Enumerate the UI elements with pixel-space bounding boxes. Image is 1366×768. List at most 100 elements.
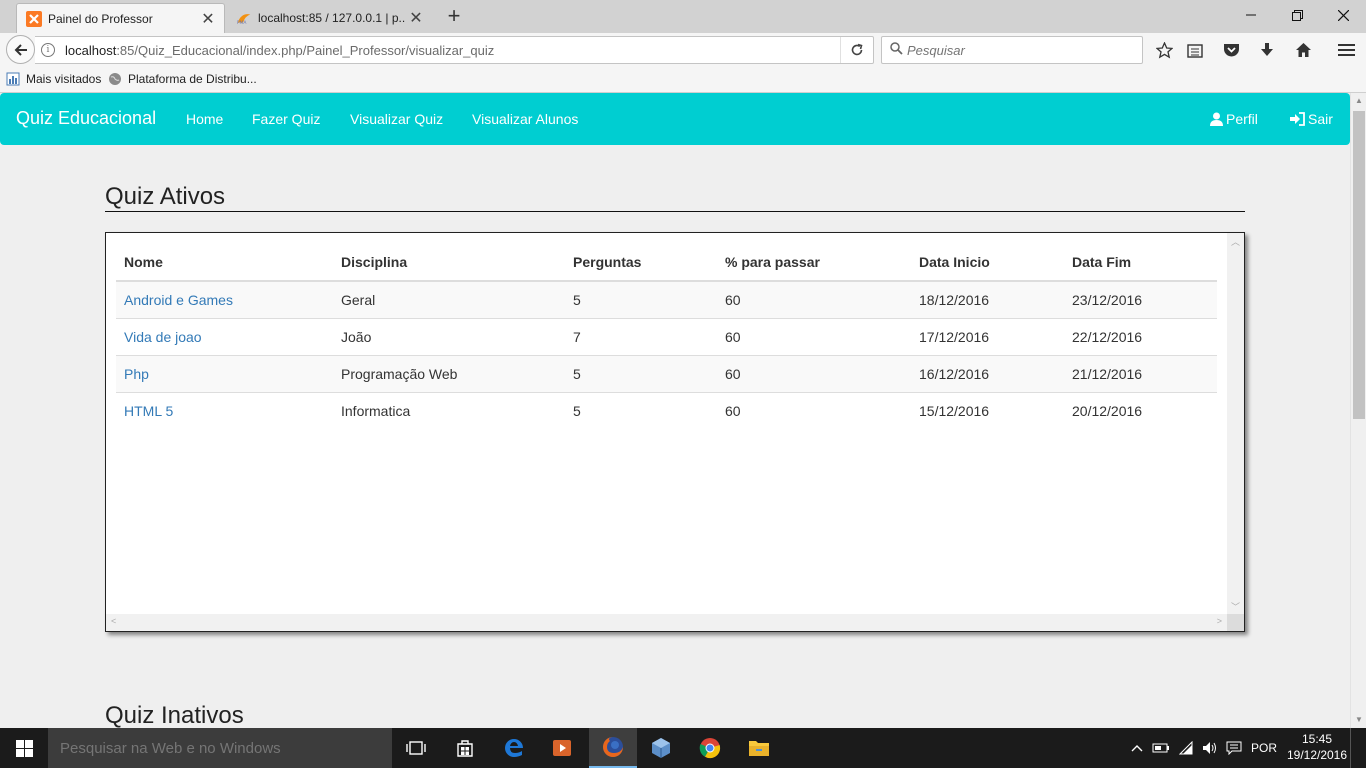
navbar-brand[interactable]: Quiz Educacional: [16, 108, 156, 129]
new-tab-button[interactable]: +: [442, 3, 466, 29]
action-center-message-icon[interactable]: [1223, 728, 1245, 768]
end-date-cell: 21/12/2016: [1064, 354, 1217, 392]
table-row: Vida de joao João 7 60 17/12/2016 22/12/…: [116, 317, 1217, 355]
taskbar-search-input[interactable]: [60, 739, 380, 757]
search-bar[interactable]: [881, 36, 1143, 64]
input-language-indicator[interactable]: POR: [1248, 728, 1280, 768]
table-vertical-scrollbar[interactable]: ︿ ﹀: [1227, 233, 1244, 615]
quiz-link[interactable]: Vida de joao: [124, 329, 202, 345]
site-info-icon[interactable]: i: [41, 43, 55, 57]
scroll-up-arrow-icon[interactable]: ▲: [1351, 93, 1366, 109]
close-tab-icon[interactable]: ✕: [406, 8, 426, 28]
restore-window-icon[interactable]: [1274, 0, 1320, 30]
page-vertical-scrollbar[interactable]: ▲ ▼: [1350, 93, 1366, 728]
start-button[interactable]: [0, 728, 48, 768]
show-desktop-button[interactable]: [1350, 728, 1366, 768]
volume-icon[interactable]: [1199, 728, 1221, 768]
discipline-cell: Geral: [333, 280, 565, 318]
virtualbox-icon[interactable]: [637, 728, 685, 768]
questions-cell: 5: [565, 391, 717, 429]
tab-title: localhost:85 / 127.0.0.1 | p...: [258, 11, 406, 25]
svg-text:PMA: PMA: [237, 20, 247, 26]
profile-label: Perfil: [1226, 111, 1258, 127]
url-text[interactable]: localhost:85/Quiz_Educacional/index.php/…: [65, 43, 840, 58]
bookmark-plataforma[interactable]: Plataforma de Distribu...: [108, 72, 257, 86]
file-explorer-icon[interactable]: [735, 728, 783, 768]
firefox-icon[interactable]: [589, 728, 637, 768]
pass-percent-cell: 60: [717, 354, 911, 392]
browser-tab-strip: Painel do Professor ✕ PMA localhost:85 /…: [0, 0, 1366, 33]
reload-button[interactable]: [840, 37, 873, 63]
app-navbar: Quiz Educacional Home Fazer Quiz Visuali…: [0, 93, 1350, 145]
address-bar[interactable]: i localhost:85/Quiz_Educacional/index.ph…: [35, 36, 874, 64]
scroll-down-arrow-icon[interactable]: ▼: [1351, 712, 1366, 728]
task-view-icon[interactable]: [392, 728, 440, 768]
edge-browser-icon[interactable]: [490, 728, 538, 768]
scroll-right-arrow-icon[interactable]: >: [1217, 616, 1222, 626]
browser-tab-phpmyadmin[interactable]: PMA localhost:85 / 127.0.0.1 | p... ✕: [227, 3, 432, 33]
reading-list-icon[interactable]: [1185, 41, 1205, 59]
quiz-name-cell: Vida de joao: [116, 317, 333, 355]
search-input[interactable]: [907, 42, 1127, 58]
globe-icon: [109, 73, 121, 85]
media-player-icon[interactable]: [538, 728, 586, 768]
scroll-down-arrow-icon[interactable]: ﹀: [1231, 600, 1240, 613]
discipline-cell: Programação Web: [333, 354, 565, 392]
nav-link-visualizar-alunos[interactable]: Visualizar Alunos: [472, 111, 578, 127]
page-viewport: Quiz Educacional Home Fazer Quiz Visuali…: [0, 93, 1350, 728]
url-path: :85/Quiz_Educacional/index.php/Painel_Pr…: [116, 42, 495, 58]
url-host: localhost: [65, 42, 117, 58]
back-button[interactable]: [6, 35, 35, 64]
wifi-icon[interactable]: [1176, 728, 1198, 768]
battery-icon[interactable]: [1150, 728, 1172, 768]
nav-link-fazer-quiz[interactable]: Fazer Quiz: [252, 111, 320, 127]
taskbar-clock[interactable]: 15:45 19/12/2016: [1284, 731, 1350, 763]
table-horizontal-scrollbar[interactable]: < >: [106, 614, 1227, 631]
nav-logout-link[interactable]: Sair: [1290, 111, 1333, 127]
home-icon[interactable]: [1293, 41, 1313, 59]
pocket-icon[interactable]: [1221, 41, 1241, 59]
end-date-cell: 20/12/2016: [1064, 391, 1217, 429]
quiz-link[interactable]: HTML 5: [124, 403, 173, 419]
active-quiz-table-container[interactable]: Nome Disciplina Perguntas % para passar …: [105, 232, 1245, 632]
pass-percent-cell: 60: [717, 391, 911, 429]
column-header-data-fim: Data Fim: [1064, 243, 1217, 282]
bookmark-star-icon[interactable]: [1154, 41, 1174, 59]
scroll-left-arrow-icon[interactable]: <: [111, 616, 116, 626]
start-date-cell: 15/12/2016: [911, 391, 1064, 429]
scroll-up-arrow-icon[interactable]: ︿: [1231, 235, 1240, 248]
close-window-icon[interactable]: [1320, 0, 1366, 30]
taskbar-search-box[interactable]: [48, 728, 392, 768]
chrome-icon[interactable]: [686, 728, 734, 768]
quiz-link[interactable]: Php: [124, 366, 149, 382]
menu-hamburger-icon[interactable]: [1336, 41, 1356, 59]
bookmark-mais-visitados[interactable]: Mais visitados: [6, 72, 101, 86]
reload-icon: [851, 43, 863, 56]
inactive-quiz-heading: Quiz Inativos: [105, 702, 244, 728]
clock-date: 19/12/2016: [1286, 748, 1348, 762]
bookmark-folder-icon: [6, 72, 20, 86]
back-arrow-icon: [14, 43, 27, 56]
search-icon: [890, 42, 903, 58]
column-header-percent-pass: % para passar: [717, 243, 911, 282]
scrollbar-corner: [1227, 614, 1244, 631]
downloads-icon[interactable]: [1257, 41, 1277, 59]
table-row: Android e Games Geral 5 60 18/12/2016 23…: [116, 280, 1217, 318]
browser-tab-painel[interactable]: Painel do Professor ✕: [16, 3, 225, 33]
store-icon[interactable]: [441, 728, 489, 768]
quiz-link[interactable]: Android e Games: [124, 292, 233, 308]
show-hidden-icons-chevron-icon[interactable]: [1126, 728, 1148, 768]
nav-link-home[interactable]: Home: [186, 111, 223, 127]
start-date-cell: 18/12/2016: [911, 280, 1064, 318]
active-quiz-table: Nome Disciplina Perguntas % para passar …: [116, 243, 1217, 429]
close-tab-icon[interactable]: ✕: [198, 9, 218, 29]
start-date-cell: 17/12/2016: [911, 317, 1064, 355]
nav-link-visualizar-quiz[interactable]: Visualizar Quiz: [350, 111, 443, 127]
column-header-perguntas: Perguntas: [565, 243, 717, 282]
browser-toolbar: i localhost:85/Quiz_Educacional/index.ph…: [0, 33, 1366, 67]
quiz-name-cell: Android e Games: [116, 280, 333, 318]
scrollbar-thumb[interactable]: [1353, 111, 1365, 419]
minimize-window-icon[interactable]: [1228, 0, 1274, 30]
quiz-name-cell: Php: [116, 354, 333, 392]
nav-profile-link[interactable]: Perfil: [1210, 111, 1258, 127]
